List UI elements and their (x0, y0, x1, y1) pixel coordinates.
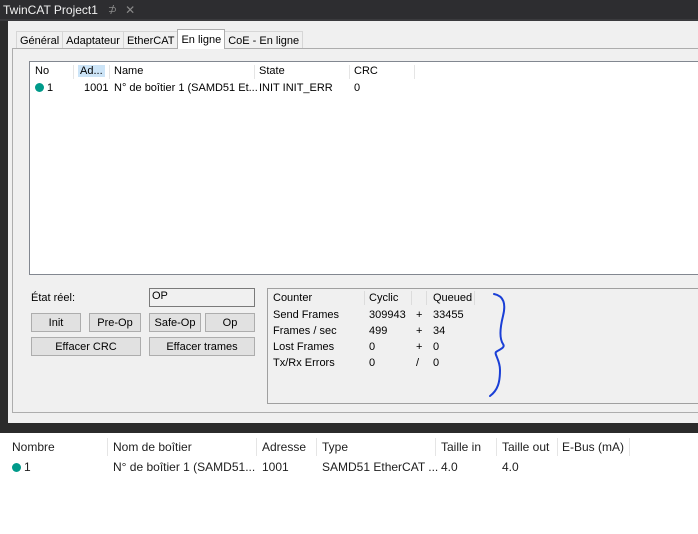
device-list-header: No Ad... Name State CRC (30, 65, 698, 79)
clear-crc-button[interactable]: Effacer CRC (31, 337, 141, 356)
tab-online[interactable]: En ligne (177, 29, 226, 49)
counter-row-queued: 0 (433, 357, 440, 369)
device-state: INIT INIT_ERR (259, 82, 333, 94)
counter-row-queued: 33455 (433, 309, 464, 321)
counter-row-label: Tx/Rx Errors (273, 357, 335, 369)
counter-row-cyclic: 309943 (369, 309, 406, 321)
col-adresse[interactable]: Adresse (262, 440, 306, 454)
counter-header-queued: Queued (433, 292, 473, 304)
summary-adresse: 1001 (262, 460, 289, 474)
counter-row-op: / (416, 357, 420, 369)
close-icon[interactable]: ✕ (125, 3, 135, 17)
summary-taille-in: 4.0 (441, 460, 458, 474)
device-name: N° de boîtier 1 (SAMD51 Et... (114, 82, 258, 94)
device-address: 1001 (84, 82, 109, 94)
tab-ethercat[interactable]: EtherCAT (122, 31, 179, 49)
device-panel: Général Adaptateur EtherCAT En ligne CoE… (8, 21, 698, 423)
preop-button[interactable]: Pre-Op (89, 313, 141, 332)
col-nom-boitier[interactable]: Nom de boîtier (113, 440, 192, 454)
actual-state-field: OP (149, 288, 255, 307)
col-no[interactable]: No (35, 65, 49, 77)
summary-taille-out: 4.0 (502, 460, 519, 474)
counter-row-op: + (416, 341, 423, 353)
counter-row-label: Frames / sec (273, 325, 337, 337)
frame-counter-table: Counter Cyclic Queued Send Frames 309943… (267, 288, 698, 404)
pin-icon[interactable]: ⊅ (108, 3, 117, 16)
col-name[interactable]: Name (114, 65, 143, 77)
init-button[interactable]: Init (31, 313, 81, 332)
counter-header-counter: Counter (273, 292, 313, 304)
device-number: 1 (47, 82, 54, 94)
handwritten-bracket-annotation (489, 293, 506, 397)
counter-row-label: Lost Frames (273, 341, 335, 353)
counter-row-label: Send Frames (273, 309, 340, 321)
col-type[interactable]: Type (322, 440, 348, 454)
col-taille-in[interactable]: Taille in (441, 440, 481, 454)
counter-row-cyclic: 499 (369, 325, 388, 337)
counter-row-op: + (416, 325, 423, 337)
device-summary-list[interactable]: Nombre Nom de boîtier Adresse Type Taill… (0, 433, 698, 534)
online-tab-page: No Ad... Name State CRC 1 1001 N° de boî… (12, 48, 698, 413)
counter-row-op: + (416, 309, 423, 321)
tab-adapter[interactable]: Adaptateur (62, 31, 124, 49)
counter-header-cyclic: Cyclic (369, 292, 399, 304)
document-tab[interactable]: TwinCAT Project1 ⊅ ✕ (0, 0, 698, 19)
tab-general[interactable]: Général (16, 31, 64, 49)
summary-nombre: 1 (24, 460, 31, 474)
col-state[interactable]: State (259, 65, 285, 77)
tab-coe-online[interactable]: CoE - En ligne (224, 31, 304, 49)
clear-frames-button[interactable]: Effacer trames (149, 337, 255, 356)
col-nombre[interactable]: Nombre (12, 440, 55, 454)
col-address[interactable]: Ad... (78, 65, 105, 77)
tab-strip: Général Adaptateur EtherCAT En ligne CoE… (16, 29, 304, 49)
col-taille-out[interactable]: Taille out (502, 440, 549, 454)
counter-row-queued: 0 (433, 341, 440, 353)
counter-row-cyclic: 0 (369, 341, 376, 353)
device-status-icon (35, 83, 44, 92)
device-list[interactable]: No Ad... Name State CRC 1 1001 N° de boî… (29, 61, 698, 275)
op-button[interactable]: Op (205, 313, 255, 332)
actual-state-label: État réel: (31, 292, 76, 304)
summary-nom: N° de boîtier 1 (SAMD51... (113, 460, 256, 474)
safeop-button[interactable]: Safe-Op (149, 313, 201, 332)
device-status-icon (12, 463, 21, 472)
summary-type: SAMD51 EtherCAT ... (322, 460, 439, 474)
col-ebus[interactable]: E-Bus (mA) (562, 440, 624, 454)
col-crc[interactable]: CRC (354, 65, 378, 77)
counter-row-cyclic: 0 (369, 357, 376, 369)
document-title: TwinCAT Project1 (3, 2, 98, 17)
counter-row-queued: 34 (433, 325, 446, 337)
device-crc: 0 (354, 82, 361, 94)
